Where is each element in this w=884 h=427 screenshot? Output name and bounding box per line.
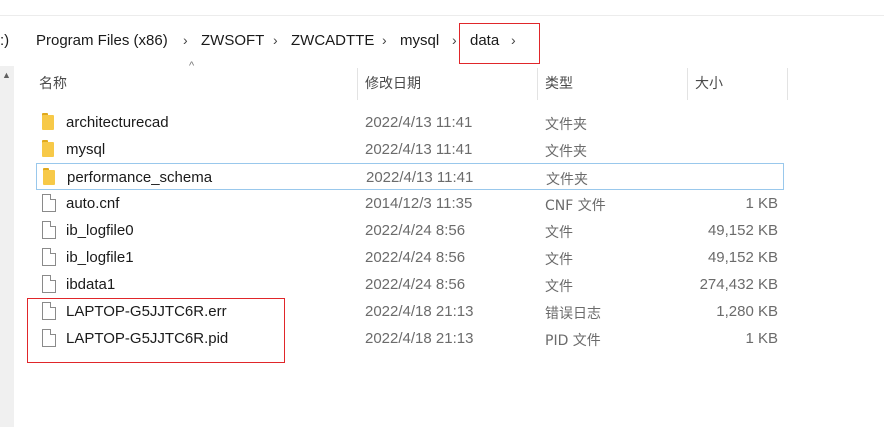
chevron-right-icon[interactable]: › — [382, 32, 387, 48]
breadcrumb-drive[interactable]: :) — [0, 32, 9, 49]
breadcrumb-zwcadtte[interactable]: ZWCADTTE — [291, 32, 374, 49]
file-type: 文件夹 — [546, 172, 588, 188]
window-top-strip — [0, 0, 884, 16]
list-item[interactable]: ib_logfile1 2022/4/24 8:56 文件 49,152 KB — [36, 244, 784, 271]
file-date: 2022/4/18 21:13 — [365, 330, 474, 347]
list-item-focused[interactable]: performance_schema 2022/4/13 11:41 文件夹 — [36, 163, 784, 190]
column-date[interactable]: 修改日期 — [365, 66, 421, 102]
column-type[interactable]: 类型 — [545, 66, 573, 102]
breadcrumb-mysql[interactable]: mysql — [400, 32, 439, 49]
file-date: 2022/4/13 11:41 — [365, 141, 473, 158]
breadcrumb-program-files[interactable]: Program Files (x86) — [36, 32, 168, 49]
file-name: performance_schema — [67, 169, 213, 186]
file-icon — [42, 221, 56, 239]
file-type: 文件 — [545, 252, 573, 268]
file-type: 文件 — [545, 225, 573, 241]
annotation-box-log-files — [27, 298, 285, 363]
file-date: 2022/4/24 8:56 — [365, 222, 466, 239]
file-type: 文件夹 — [545, 117, 587, 133]
column-divider[interactable] — [787, 68, 788, 100]
file-size: 274,432 KB — [699, 276, 778, 293]
list-item[interactable]: ib_logfile0 2022/4/24 8:56 文件 49,152 KB — [36, 217, 784, 244]
file-name: auto.cnf — [66, 195, 120, 212]
file-type: CNF 文件 — [545, 198, 606, 214]
scroll-up-icon[interactable]: ▲ — [2, 70, 11, 80]
file-icon — [42, 248, 56, 266]
file-date: 2022/4/18 21:13 — [365, 303, 474, 320]
breadcrumb-zwsoft[interactable]: ZWSOFT — [201, 32, 264, 49]
file-date: 2022/4/13 11:41 — [366, 169, 474, 186]
chevron-right-icon[interactable]: › — [183, 32, 188, 48]
file-date: 2022/4/24 8:56 — [365, 276, 466, 293]
file-size: 49,152 KB — [707, 249, 778, 266]
file-size: 1 KB — [745, 330, 778, 347]
file-size: 1 KB — [745, 195, 778, 212]
folder-icon — [42, 113, 56, 130]
breadcrumb[interactable]: :) Program Files (x86) › ZWSOFT › ZWCADT… — [0, 22, 884, 62]
file-date: 2022/4/24 8:56 — [365, 249, 466, 266]
file-type: 文件 — [545, 279, 573, 295]
list-item[interactable]: mysql 2022/4/13 11:41 文件夹 — [36, 136, 784, 163]
list-item[interactable]: auto.cnf 2014/12/3 11:35 CNF 文件 1 KB — [36, 190, 784, 217]
file-name: ib_logfile1 — [66, 249, 134, 266]
file-icon — [42, 194, 56, 212]
column-name[interactable]: 名称 — [39, 66, 67, 102]
file-name: mysql — [66, 141, 106, 158]
file-type: 错误日志 — [545, 306, 601, 322]
file-type: 文件夹 — [545, 144, 587, 160]
chevron-right-icon[interactable]: › — [452, 32, 457, 48]
vertical-scrollbar[interactable]: ▲ — [0, 66, 14, 427]
column-size[interactable]: 大小 — [695, 66, 723, 102]
list-item[interactable]: architecturecad 2022/4/13 11:41 文件夹 — [36, 109, 784, 136]
column-divider[interactable] — [537, 68, 538, 100]
file-name: ib_logfile0 — [66, 222, 134, 239]
sort-ascending-icon: ^ — [189, 60, 195, 72]
annotation-box-data — [459, 23, 540, 64]
column-divider[interactable] — [357, 68, 358, 100]
column-divider[interactable] — [687, 68, 688, 100]
file-name: ibdata1 — [66, 276, 116, 293]
file-size: 1,280 KB — [716, 303, 778, 320]
file-date: 2014/12/3 11:35 — [365, 195, 473, 212]
file-name: architecturecad — [66, 114, 169, 131]
file-date: 2022/4/13 11:41 — [365, 114, 473, 131]
chevron-right-icon[interactable]: › — [273, 32, 278, 48]
list-item[interactable]: ibdata1 2022/4/24 8:56 文件 274,432 KB — [36, 271, 784, 298]
folder-icon — [42, 140, 56, 157]
file-icon — [42, 275, 56, 293]
file-size: 49,152 KB — [707, 222, 778, 239]
folder-icon — [43, 168, 57, 185]
file-type: PID 文件 — [545, 333, 601, 349]
column-header: ^ 名称 修改日期 类型 大小 — [18, 60, 884, 102]
